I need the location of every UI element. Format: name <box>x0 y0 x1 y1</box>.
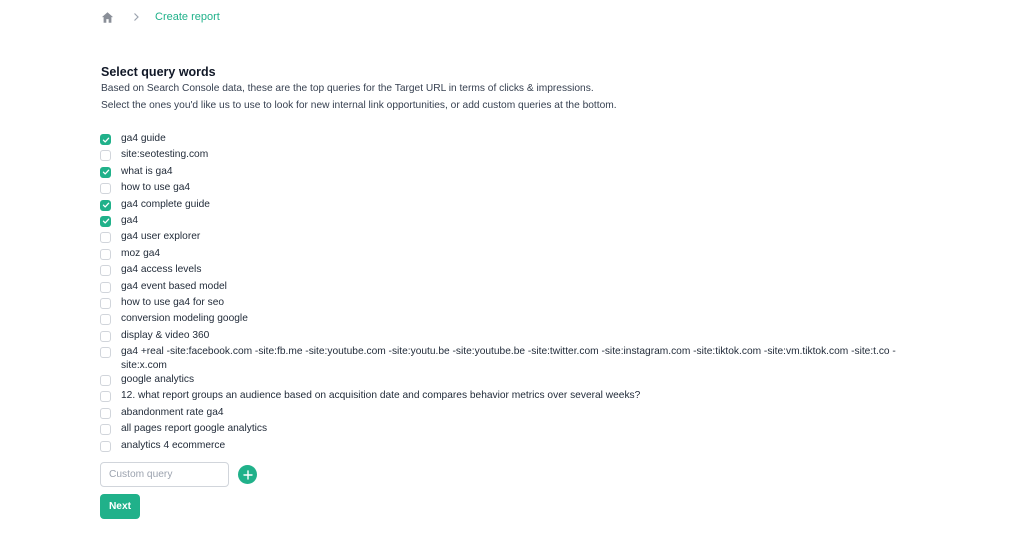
query-checkbox[interactable] <box>100 391 111 403</box>
query-item[interactable]: display & video 360 <box>100 329 930 345</box>
query-label: ga4 <box>121 214 138 226</box>
query-item[interactable]: moz ga4 <box>100 247 930 263</box>
query-item[interactable]: ga4 access levels <box>100 263 930 279</box>
query-checkbox[interactable] <box>100 347 111 359</box>
query-item[interactable]: ga4 <box>100 214 930 230</box>
checkmark-icon <box>102 169 109 175</box>
section-title: Select query words <box>101 65 216 79</box>
query-checkbox[interactable] <box>100 183 111 195</box>
query-checkbox[interactable] <box>100 314 111 326</box>
section-description-line1: Based on Search Console data, these are … <box>101 83 594 94</box>
query-label: ga4 user explorer <box>121 231 201 243</box>
query-label: how to use ga4 <box>121 182 191 194</box>
query-item[interactable]: ga4 complete guide <box>100 198 930 214</box>
query-label: moz ga4 <box>121 247 161 259</box>
query-label: conversion modeling google <box>121 313 248 325</box>
next-button[interactable]: Next <box>100 494 140 519</box>
query-checkbox[interactable] <box>100 248 111 260</box>
query-item[interactable]: google analytics <box>100 373 930 389</box>
query-label: what is ga4 <box>121 165 173 177</box>
query-label: ga4 +real -site:facebook.com -site:fb.me… <box>121 346 896 372</box>
query-label: analytics 4 ecommerce <box>121 439 226 451</box>
query-item[interactable]: site:seotesting.com <box>100 148 930 164</box>
query-item[interactable]: ga4 +real -site:facebook.com -site:fb.me… <box>100 345 930 373</box>
query-item[interactable]: how to use ga4 for seo <box>100 296 930 312</box>
checkmark-icon <box>102 202 109 208</box>
query-item[interactable]: all pages report google analytics <box>100 422 930 438</box>
query-checkbox[interactable] <box>100 297 111 309</box>
query-item[interactable]: ga4 guide <box>100 132 930 148</box>
query-label: 12. what report groups an audience based… <box>121 390 641 402</box>
query-checkbox[interactable] <box>100 134 111 145</box>
query-label: how to use ga4 for seo <box>121 296 225 308</box>
query-item[interactable]: conversion modeling google <box>100 312 930 328</box>
breadcrumb: Create report <box>101 9 220 25</box>
query-item[interactable]: analytics 4 ecommerce <box>100 439 930 455</box>
query-checkbox[interactable] <box>100 265 111 277</box>
query-label: ga4 event based model <box>121 280 227 292</box>
query-label: abandonment rate ga4 <box>121 406 224 418</box>
query-label: display & video 360 <box>121 329 210 341</box>
query-label: ga4 complete guide <box>121 198 210 210</box>
query-item[interactable]: ga4 user explorer <box>100 230 930 246</box>
query-item[interactable]: ga4 event based model <box>100 280 930 296</box>
query-checkbox[interactable] <box>100 199 111 211</box>
query-label: ga4 access levels <box>121 264 202 276</box>
query-checkbox[interactable] <box>100 330 111 342</box>
add-query-button[interactable] <box>238 465 257 484</box>
query-checkbox[interactable] <box>100 375 111 387</box>
plus-icon <box>242 469 253 480</box>
checkmark-icon <box>102 137 109 143</box>
query-label: google analytics <box>121 374 195 386</box>
create-report-page: Create report Select query words Based o… <box>0 0 1024 534</box>
query-checkbox[interactable] <box>100 281 111 293</box>
custom-query-input[interactable] <box>100 462 229 487</box>
query-checkbox[interactable] <box>100 166 111 178</box>
query-checkbox[interactable] <box>100 424 111 436</box>
query-label: all pages report google analytics <box>121 423 268 435</box>
breadcrumb-current[interactable]: Create report <box>155 11 220 23</box>
home-icon[interactable] <box>101 11 114 24</box>
query-checkbox[interactable] <box>100 150 111 162</box>
checkmark-icon <box>102 219 109 225</box>
query-checkbox[interactable] <box>100 440 111 452</box>
section-description-line2: Select the ones you'd like us to use to … <box>101 100 617 111</box>
query-label: ga4 guide <box>121 133 166 144</box>
chevron-right-icon <box>131 12 141 22</box>
query-checkbox[interactable] <box>100 407 111 419</box>
query-list: ga4 guide site:seotesting.com what is ga4 h… <box>100 132 930 455</box>
query-item[interactable]: what is ga4 <box>100 165 930 181</box>
query-checkbox[interactable] <box>100 215 111 227</box>
query-item[interactable]: abandonment rate ga4 <box>100 406 930 422</box>
query-checkbox[interactable] <box>100 232 111 244</box>
query-label: site:seotesting.com <box>121 149 209 161</box>
query-item[interactable]: how to use ga4 <box>100 181 930 197</box>
query-item[interactable]: 12. what report groups an audience based… <box>100 389 930 405</box>
